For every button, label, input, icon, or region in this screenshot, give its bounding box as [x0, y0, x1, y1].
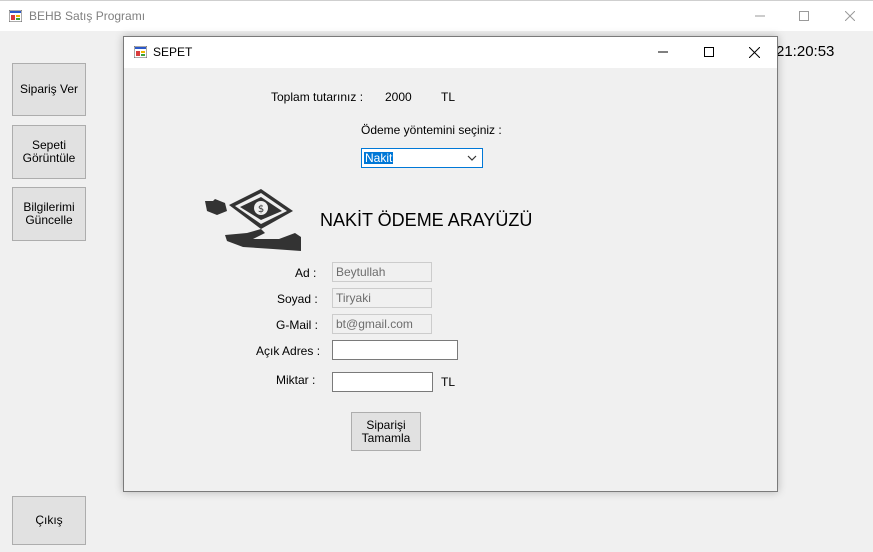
- surname-field: Tiryaki: [332, 288, 432, 308]
- dialog-close-button[interactable]: [731, 37, 777, 67]
- payment-method-select[interactable]: Nakit: [361, 148, 483, 168]
- close-icon: [845, 11, 855, 21]
- order-button[interactable]: Sipariş Ver: [12, 63, 86, 116]
- dialog-maximize-button[interactable]: [686, 37, 732, 67]
- email-label: G-Mail :: [276, 318, 318, 332]
- maximize-icon: [704, 47, 714, 57]
- main-close-button[interactable]: [827, 1, 873, 31]
- dialog-minimize-button[interactable]: [640, 37, 686, 67]
- total-currency: TL: [441, 90, 456, 104]
- dialog-title-bar: SEPET: [124, 37, 777, 68]
- cart-dialog: SEPET Toplam tutarınız : 2000 TL Ödeme y…: [123, 36, 778, 492]
- total-label: Toplam tutarınız :: [271, 90, 364, 104]
- update-profile-button[interactable]: Bilgilerimi Güncelle: [12, 187, 86, 241]
- amount-label: Miktar :: [276, 373, 316, 387]
- minimize-icon: [755, 15, 765, 17]
- cash-hand-icon: $: [205, 189, 301, 251]
- main-maximize-button[interactable]: [781, 1, 827, 31]
- complete-order-button[interactable]: Siparişi Tamamla: [351, 412, 421, 451]
- dialog-title: SEPET: [153, 45, 193, 59]
- exit-button[interactable]: Çıkış: [12, 496, 86, 545]
- app-window-icon: [134, 46, 147, 58]
- main-title-bar: BEHB Satış Programı: [0, 0, 873, 31]
- email-field: bt@gmail.com: [332, 314, 432, 334]
- main-minimize-button[interactable]: [737, 1, 783, 31]
- minimize-icon: [658, 51, 668, 53]
- total-value: 2000: [385, 90, 412, 104]
- name-label: Ad :: [295, 266, 317, 280]
- payment-method-value: Nakit: [364, 151, 394, 165]
- close-icon: [748, 46, 760, 58]
- maximize-icon: [799, 11, 809, 21]
- amount-input[interactable]: [332, 372, 433, 392]
- cash-payment-heading: NAKİT ÖDEME ARAYÜZÜ: [320, 210, 533, 230]
- view-cart-button[interactable]: Sepeti Görüntüle: [12, 125, 86, 179]
- main-window-title: BEHB Satış Programı: [29, 9, 146, 23]
- chevron-down-icon: [467, 155, 477, 161]
- address-input[interactable]: [332, 340, 458, 360]
- clock-label: 21:20:53: [776, 43, 835, 60]
- svg-text:$: $: [258, 204, 264, 215]
- surname-label: Soyad :: [277, 292, 318, 306]
- amount-currency: TL: [441, 375, 456, 389]
- app-window-icon: [9, 10, 22, 22]
- payment-method-label: Ödeme yöntemini seçiniz :: [361, 123, 502, 137]
- address-label: Açık Adres :: [256, 344, 321, 358]
- name-field: Beytullah: [332, 262, 432, 282]
